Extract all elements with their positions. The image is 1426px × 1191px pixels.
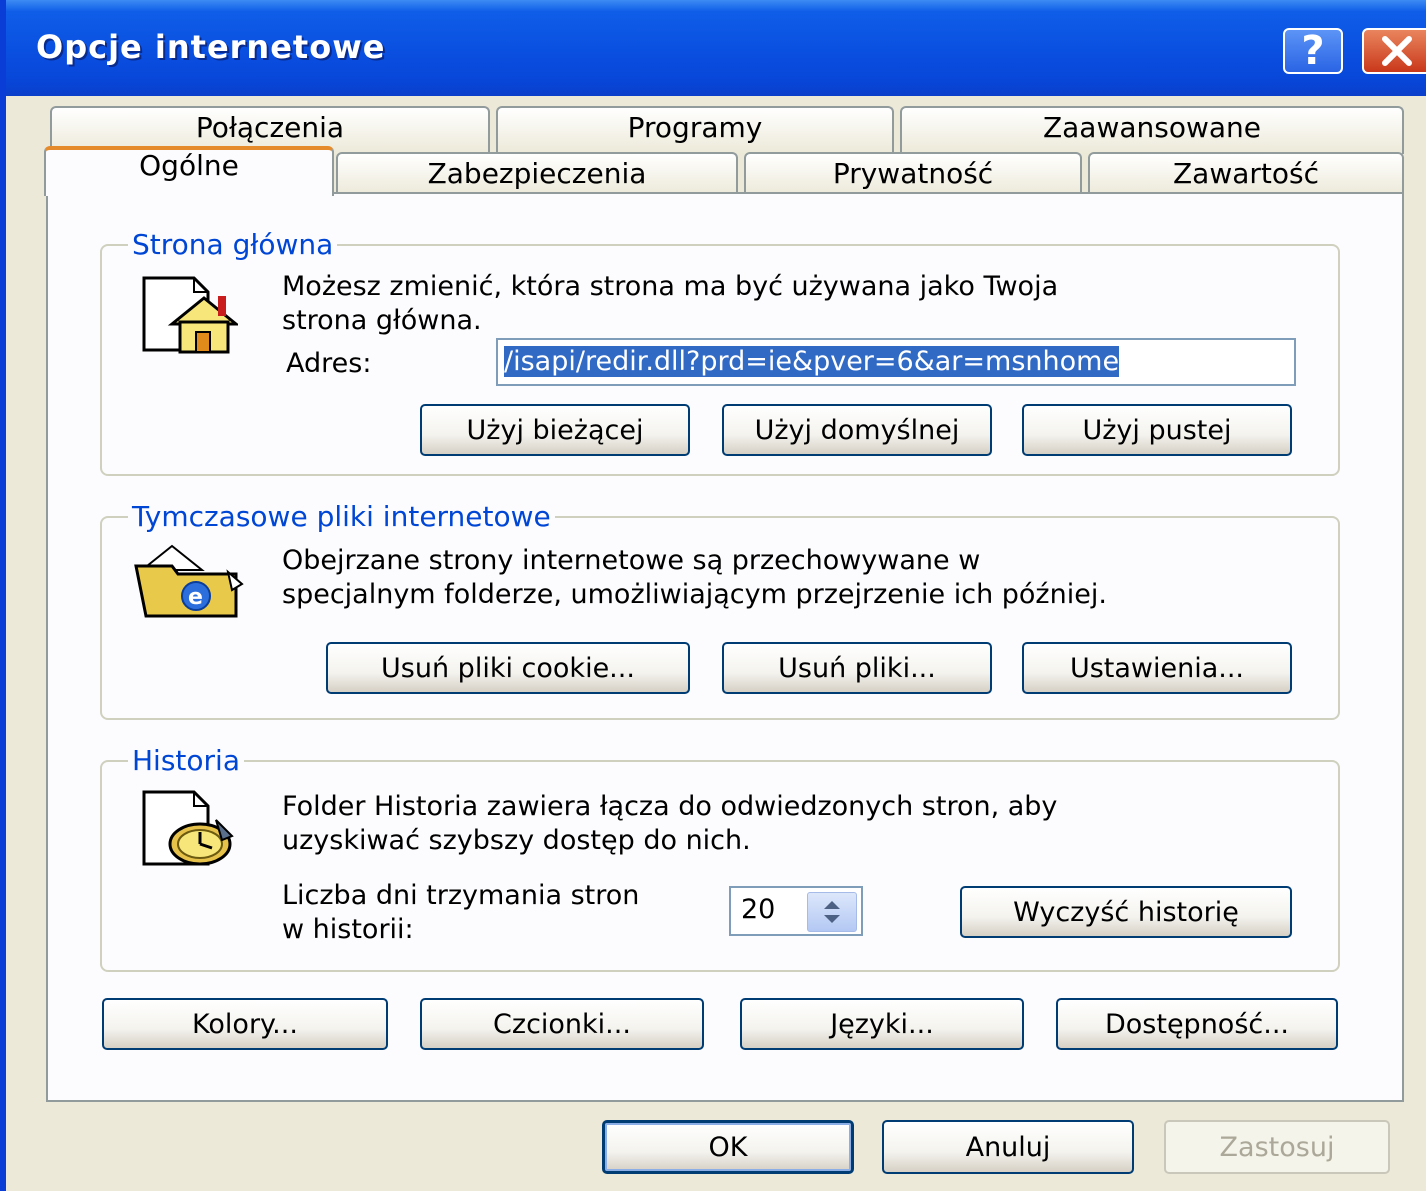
spinner-arrows[interactable] bbox=[807, 892, 857, 932]
history-desc-line2: uzyskiwać szybszy dostęp do nich. bbox=[282, 825, 751, 856]
address-field[interactable]: /isapi/redir.dll?prd=ie&pver=6&ar=msnhom… bbox=[496, 338, 1296, 386]
tab-privacy[interactable]: Prywatność bbox=[744, 152, 1082, 196]
home-page-desc-line1: Możesz zmienić, która strona ma być używ… bbox=[282, 271, 1059, 302]
address-label: Adres: bbox=[286, 348, 372, 379]
up-down-arrows-icon bbox=[824, 901, 840, 923]
history-icon bbox=[142, 790, 234, 866]
accessibility-button[interactable]: Dostępność... bbox=[1056, 998, 1338, 1050]
tab-advanced[interactable]: Zaawansowane bbox=[900, 106, 1404, 154]
temp-files-group-title: Tymczasowe pliki internetowe bbox=[128, 500, 555, 533]
history-group-title: Historia bbox=[128, 744, 244, 777]
home-page-group-title: Strona główna bbox=[128, 228, 338, 261]
internet-options-window: Opcje internetowe ? Połączenia Programy … bbox=[0, 0, 1426, 1191]
address-value: /isapi/redir.dll?prd=ie&pver=6&ar=msnhom… bbox=[504, 346, 1120, 377]
fonts-button[interactable]: Czcionki... bbox=[420, 998, 704, 1050]
cancel-button[interactable]: Anuluj bbox=[882, 1120, 1134, 1174]
ie-folder-icon: e bbox=[134, 544, 244, 618]
use-blank-button[interactable]: Użyj pustej bbox=[1022, 404, 1292, 456]
days-spinner[interactable]: 20 bbox=[729, 886, 863, 936]
days-label-line2: w historii: bbox=[282, 914, 414, 945]
delete-cookies-button[interactable]: Usuń pliki cookie... bbox=[326, 642, 690, 694]
help-button[interactable]: ? bbox=[1283, 28, 1343, 74]
home-page-icon bbox=[142, 276, 238, 354]
home-page-desc-line2: strona główna. bbox=[282, 305, 482, 336]
svg-text:e: e bbox=[188, 585, 203, 610]
use-current-button[interactable]: Użyj bieżącej bbox=[420, 404, 690, 456]
delete-files-button[interactable]: Usuń pliki... bbox=[722, 642, 992, 694]
temp-files-desc-line2: specjalnym folderze, umożliwiającym prze… bbox=[282, 579, 1107, 610]
help-icon: ? bbox=[1301, 28, 1325, 74]
close-icon bbox=[1382, 36, 1412, 66]
days-label-line1: Liczba dni trzymania stron bbox=[282, 880, 640, 911]
apply-button[interactable]: Zastosuj bbox=[1164, 1120, 1390, 1174]
history-desc-line1: Folder Historia zawiera łącza do odwiedz… bbox=[282, 791, 1058, 822]
colors-button[interactable]: Kolory... bbox=[102, 998, 388, 1050]
close-button[interactable] bbox=[1362, 28, 1426, 74]
title-bar[interactable]: Opcje internetowe ? bbox=[6, 0, 1426, 96]
languages-button[interactable]: Języki... bbox=[740, 998, 1024, 1050]
tab-security[interactable]: Zabezpieczenia bbox=[336, 152, 738, 196]
use-default-button[interactable]: Użyj domyślnej bbox=[722, 404, 992, 456]
tab-content[interactable]: Zawartość bbox=[1088, 152, 1404, 196]
temp-files-desc-line1: Obejrzane strony internetowe są przechow… bbox=[282, 545, 981, 576]
clear-history-button[interactable]: Wyczyść historię bbox=[960, 886, 1292, 938]
temp-settings-button[interactable]: Ustawienia... bbox=[1022, 642, 1292, 694]
ok-button[interactable]: OK bbox=[602, 1120, 854, 1174]
window-title: Opcje internetowe bbox=[36, 28, 386, 66]
days-value: 20 bbox=[741, 894, 776, 925]
tab-general[interactable]: Ogólne bbox=[44, 146, 334, 196]
tab-programs[interactable]: Programy bbox=[496, 106, 894, 154]
